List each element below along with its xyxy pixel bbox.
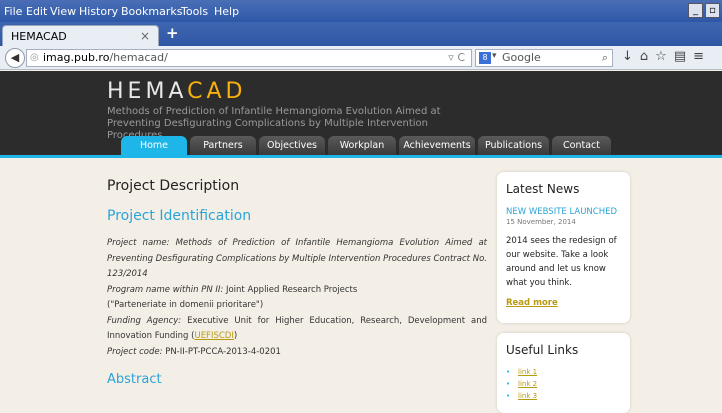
menu-edit[interactable]: Edit [26, 5, 47, 18]
useful-links-card: Useful Links link 1 link 2 link 3 [497, 333, 630, 413]
list-item: link 1 [506, 366, 621, 378]
tab-title: HEMACAD [11, 30, 67, 43]
menu-history[interactable]: History [79, 5, 118, 18]
url-path: /hemacad/ [109, 51, 168, 64]
list-item: link 3 [506, 390, 621, 402]
menu-file[interactable]: File [4, 5, 22, 18]
search-engine-icon[interactable]: 8 [479, 52, 491, 64]
site-nav: Home Partners Objectives Workplan Achiev… [121, 136, 611, 155]
nav-contact[interactable]: Contact [552, 136, 611, 155]
program-name-value: Joint Applied Research Projects [225, 284, 358, 295]
funding-agency-end: ) [233, 331, 238, 341]
restore-icon[interactable]: ▫ [705, 3, 720, 18]
search-box[interactable]: 8 ▾ Google ⌕ [475, 49, 613, 67]
nav-objectives[interactable]: Objectives [259, 136, 325, 155]
back-icon[interactable]: ◀ [5, 48, 25, 68]
bookmarks-list-icon[interactable]: ▤ [674, 49, 686, 64]
bookmark-star-icon[interactable]: ☆ [655, 49, 667, 64]
news-date: 15 November, 2014 [506, 218, 576, 226]
funding-agency: Funding Agency: Executive Unit for Highe… [107, 314, 487, 345]
browser-tab[interactable]: HEMACAD × [2, 25, 159, 46]
header-divider [0, 155, 722, 158]
download-icon[interactable]: ↓ [622, 49, 633, 64]
menu-bookmarks[interactable]: Bookmarks [121, 5, 182, 18]
tab-strip: HEMACAD × + [0, 22, 722, 46]
url-host: imag.pub.ro [43, 51, 110, 64]
uefiscdi-link[interactable]: UEFISCDI [194, 331, 233, 341]
close-icon[interactable]: × [140, 29, 150, 43]
url-bar[interactable]: ◎ imag.pub.ro/hemacad/ ▿ C [26, 49, 472, 67]
useful-link-1[interactable]: link 1 [518, 368, 537, 376]
nav-publications[interactable]: Publications [478, 136, 549, 155]
section-heading-identification: Project Identification [107, 208, 252, 224]
nav-partners[interactable]: Partners [190, 136, 256, 155]
useful-link-2[interactable]: link 2 [518, 380, 537, 388]
new-tab-icon[interactable]: + [166, 24, 179, 42]
toolbar-icons: ↓ ⌂ ☆ ▤ ≡ [622, 49, 704, 64]
funding-agency-label: Funding Agency: [107, 315, 182, 326]
program-name: Program name within PN II: Joint Applied… [107, 283, 487, 299]
project-name: Project name: Methods of Prediction of I… [107, 236, 487, 283]
useful-links-heading: Useful Links [506, 343, 579, 357]
menu-help[interactable]: Help [214, 5, 239, 18]
chevron-down-icon[interactable]: ▾ [492, 51, 497, 61]
list-item: link 2 [506, 378, 621, 390]
section-heading-abstract: Abstract [107, 372, 162, 387]
window-controls: _ ▫ [688, 3, 720, 18]
minimize-icon[interactable]: _ [688, 3, 703, 18]
project-details: Project name: Methods of Prediction of I… [107, 236, 487, 360]
logo-accent: CAD [187, 79, 247, 104]
site-header: HEMACAD Methods of Prediction of Infanti… [0, 71, 722, 155]
news-title-link[interactable]: NEW WEBSITE LAUNCHED [506, 207, 621, 217]
useful-link-3[interactable]: link 3 [518, 392, 537, 400]
latest-news-heading: Latest News [506, 182, 580, 196]
program-name-label: Program name within PN II: [107, 284, 224, 295]
page-title: Project Description [107, 178, 240, 194]
nav-achievements[interactable]: Achievements [399, 136, 475, 155]
reload-icon[interactable]: ▿ C [448, 51, 465, 64]
navigation-bar: ◀ ◎ imag.pub.ro/hemacad/ ▿ C 8 ▾ Google … [0, 46, 722, 70]
menu-tools[interactable]: Tools [181, 5, 208, 18]
useful-links-list: link 1 link 2 link 3 [506, 366, 621, 402]
program-note: ("Parteneriate in domenii prioritare") [107, 300, 264, 310]
nav-home[interactable]: Home [121, 136, 187, 155]
menu-view[interactable]: View [50, 5, 76, 18]
main-content: Project Description Project Identificati… [107, 178, 487, 387]
project-code-value: PN-II-PT-PCCA-2013-4-0201 [165, 346, 281, 357]
menu-icon[interactable]: ≡ [693, 49, 704, 64]
search-placeholder: Google [502, 51, 541, 64]
project-code-label: Project code: [107, 346, 163, 357]
menu-bar: File Edit View History Bookmarks Tools H… [0, 0, 722, 22]
project-name-label: Project name: [107, 238, 170, 248]
latest-news-card: Latest News NEW WEBSITE LAUNCHED 15 Nove… [497, 172, 630, 323]
project-code: Project code: PN-II-PT-PCCA-2013-4-0201 [107, 345, 487, 361]
globe-icon: ◎ [30, 52, 39, 63]
home-icon[interactable]: ⌂ [640, 49, 648, 64]
site-logo[interactable]: HEMACAD [107, 79, 246, 104]
read-more-link[interactable]: Read more [506, 298, 558, 308]
news-body: 2014 sees the redesign of our website. T… [506, 236, 617, 288]
nav-workplan[interactable]: Workplan [328, 136, 396, 155]
logo-main: HEMA [107, 79, 188, 104]
search-icon[interactable]: ⌕ [602, 51, 608, 65]
